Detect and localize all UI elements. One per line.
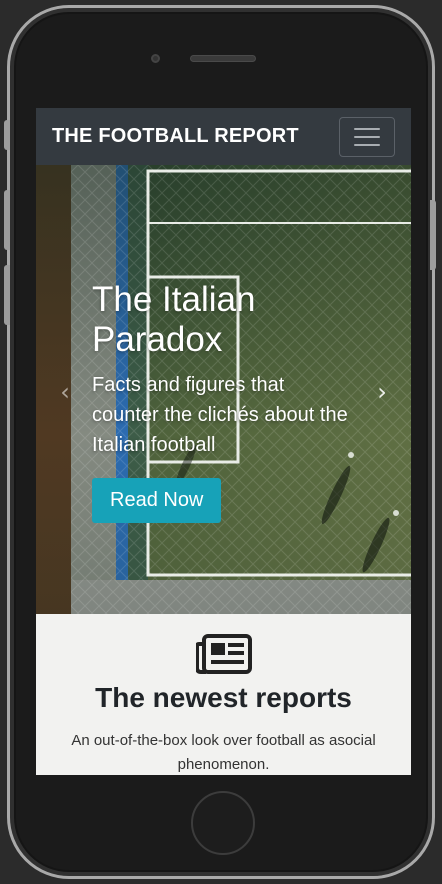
features-section: The newest reports An out-of-the-box loo… bbox=[36, 614, 411, 775]
carousel-prev-button[interactable]: ‹ bbox=[54, 377, 76, 407]
carousel-next-button[interactable]: › bbox=[371, 377, 393, 407]
hamburger-line bbox=[354, 127, 380, 130]
section-description: An out-of-the-box look over football as … bbox=[71, 732, 376, 773]
front-camera bbox=[151, 54, 160, 63]
carousel-title: The Italian Paradox bbox=[92, 280, 256, 359]
newspaper-icon bbox=[196, 634, 252, 674]
volume-up-button bbox=[4, 190, 10, 250]
phone-screen: THE FOOTBALL REPORT ‹ › The Italian Para… bbox=[36, 108, 411, 775]
hamburger-line bbox=[354, 135, 380, 138]
mute-switch bbox=[4, 120, 10, 150]
volume-down-button bbox=[4, 265, 10, 325]
carousel-caption: The Italian Paradox Facts and figures th… bbox=[92, 280, 352, 523]
hero-carousel: ‹ › The Italian Paradox Facts and figure… bbox=[36, 165, 411, 614]
brand-title[interactable]: THE FOOTBALL REPORT bbox=[52, 125, 299, 148]
navbar: THE FOOTBALL REPORT bbox=[36, 108, 411, 165]
earpiece-speaker bbox=[190, 55, 256, 62]
section-title: The newest reports bbox=[95, 682, 352, 713]
hamburger-line bbox=[354, 143, 380, 146]
read-now-button[interactable]: Read Now bbox=[92, 478, 222, 523]
menu-toggle-button[interactable] bbox=[339, 116, 395, 157]
carousel-text: Facts and figures that counter the clich… bbox=[92, 374, 348, 456]
power-button bbox=[430, 200, 436, 270]
home-button[interactable] bbox=[191, 791, 255, 855]
